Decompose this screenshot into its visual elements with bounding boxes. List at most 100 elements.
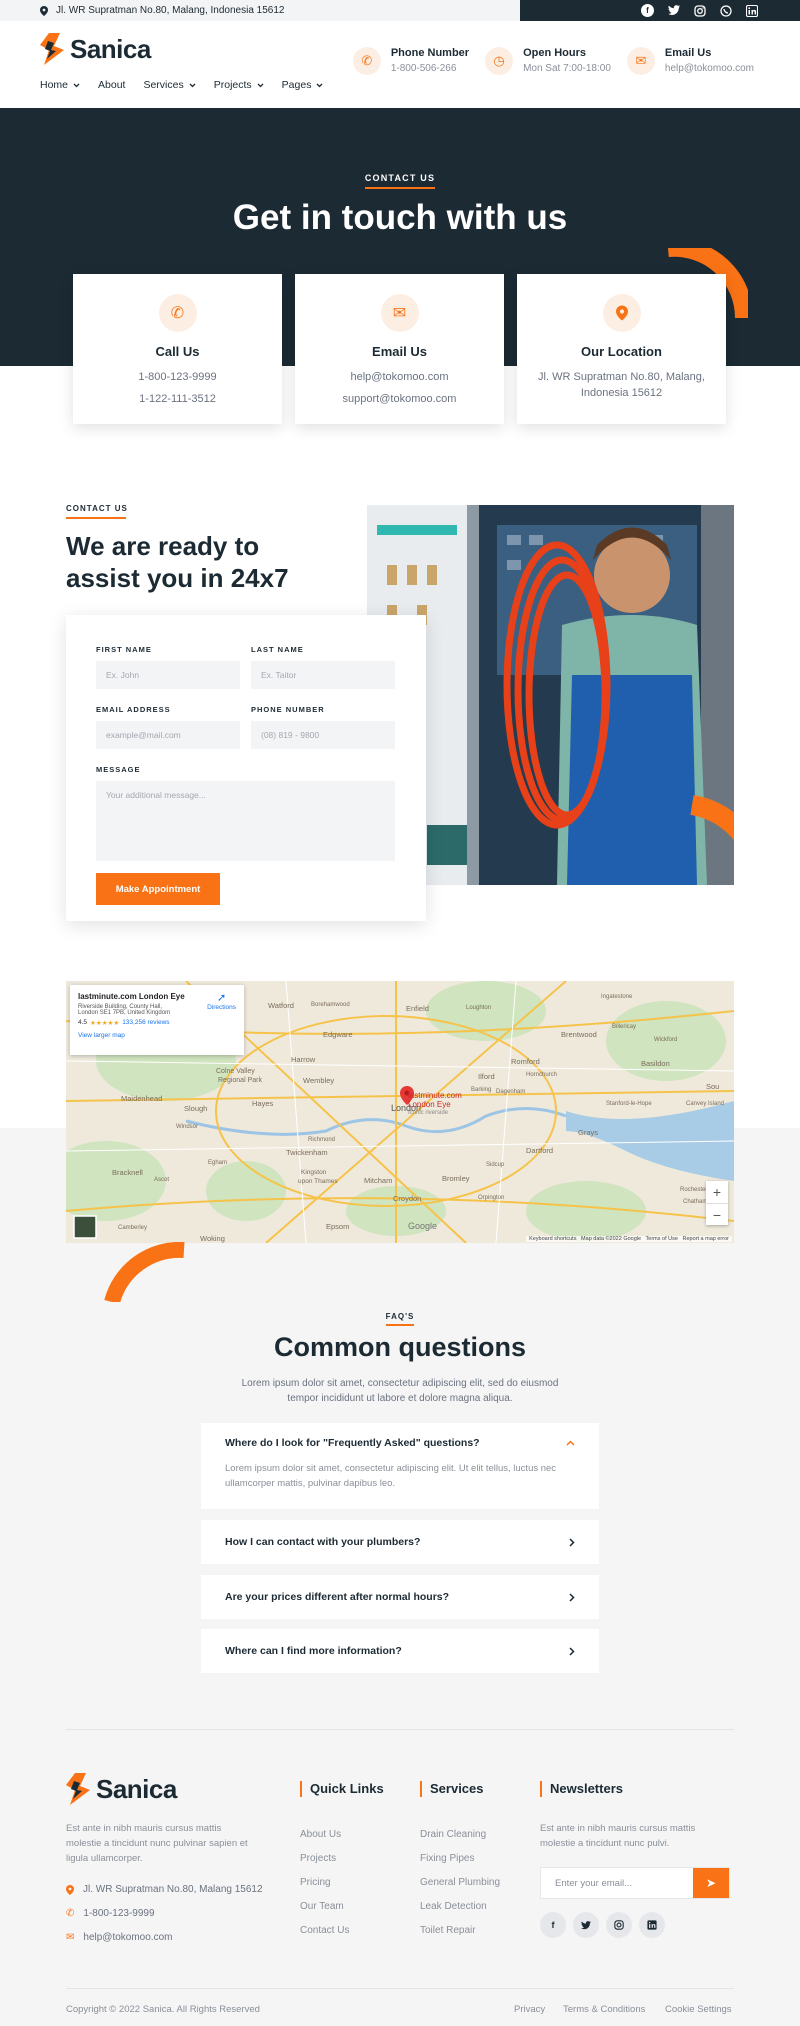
nav-item-pages[interactable]: Pages xyxy=(282,79,324,91)
assist-title-line: assist you in 24x7 xyxy=(66,563,289,593)
footer-desc-line: molestie a tincidunt nunc pulvinar sapie… xyxy=(66,1838,248,1849)
footer-link[interactable]: Toilet Repair xyxy=(420,1919,500,1943)
svg-text:Brentwood: Brentwood xyxy=(561,1030,597,1039)
whatsapp-icon[interactable] xyxy=(720,4,732,17)
nav-label: About xyxy=(98,79,126,91)
legal-link-cookies[interactable]: Cookie Settings xyxy=(665,2004,732,2015)
zoom-in-button[interactable]: + xyxy=(706,1181,728,1203)
phone-label: PHONE NUMBER xyxy=(251,705,325,714)
faq-description: Lorem ipsum dolor sit amet, consectetur … xyxy=(230,1376,570,1406)
footer-link[interactable]: Projects xyxy=(300,1847,349,1871)
legal-link-privacy[interactable]: Privacy xyxy=(514,2004,545,2015)
instagram-icon[interactable] xyxy=(694,4,706,17)
faq-question-text: How I can contact with your plumbers? xyxy=(225,1536,421,1548)
footer-link[interactable]: Contact Us xyxy=(300,1919,349,1943)
directions-icon: ➚ xyxy=(216,992,227,1004)
chevron-down-icon xyxy=(73,83,80,87)
google-map[interactable]: Watford Borehamwood Enfield Loughton Ingate… xyxy=(66,981,734,1243)
svg-text:Basildon: Basildon xyxy=(641,1059,670,1068)
instagram-icon[interactable] xyxy=(606,1912,632,1938)
svg-text:Woking: Woking xyxy=(200,1234,225,1243)
footer-phone-text: 1-800-123-9999 xyxy=(83,1908,155,1919)
footer-link[interactable]: Fixing Pipes xyxy=(420,1847,500,1871)
footer-link[interactable]: Pricing xyxy=(300,1871,349,1895)
footer-link[interactable]: Drain Cleaning xyxy=(420,1823,500,1847)
message-textarea[interactable]: Your additional message... xyxy=(96,781,395,861)
chevron-right-icon xyxy=(569,1592,575,1602)
services-title: Services xyxy=(420,1781,484,1797)
svg-text:Orpington: Orpington xyxy=(478,1195,504,1201)
top-address: Jl. WR Supratman No.80, Malang, Indonesi… xyxy=(40,0,284,21)
footer-link[interactable]: Our Team xyxy=(300,1895,349,1919)
newsletter-desc-line: Est ante in nibh mauris cursus mattis xyxy=(540,1823,696,1834)
nav-item-about[interactable]: About xyxy=(98,79,125,91)
footer-link[interactable]: About Us xyxy=(300,1823,349,1847)
card-line: support@tokomoo.com xyxy=(342,393,457,405)
card-title: Our Location xyxy=(581,344,662,359)
faq-desc-line: Lorem ipsum dolor sit amet, consectetur … xyxy=(241,1378,559,1389)
faq-question[interactable]: Where do I look for "Frequently Asked" q… xyxy=(201,1423,599,1449)
zoom-out-button[interactable]: − xyxy=(706,1203,728,1225)
svg-text:Romford: Romford xyxy=(511,1057,540,1066)
make-appointment-button[interactable]: Make Appointment xyxy=(96,873,220,905)
twitter-icon[interactable] xyxy=(573,1912,599,1938)
nav-item-projects[interactable]: Projects xyxy=(214,79,264,91)
hero-title: Get in touch with us xyxy=(232,198,568,237)
faq-item[interactable]: How I can contact with your plumbers? xyxy=(201,1520,599,1564)
footer-link[interactable]: Leak Detection xyxy=(420,1895,500,1919)
nav-item-home[interactable]: Home xyxy=(40,79,80,91)
email-input[interactable]: example@mail.com xyxy=(96,721,240,749)
svg-text:Ascot: Ascot xyxy=(154,1177,169,1183)
facebook-icon[interactable]: f xyxy=(540,1912,566,1938)
svg-text:Wickford: Wickford xyxy=(654,1037,677,1043)
twitter-icon[interactable] xyxy=(668,5,680,16)
newsletter-email-input[interactable]: Enter your email... xyxy=(555,1878,632,1889)
svg-text:Edgware: Edgware xyxy=(323,1030,353,1039)
chevron-right-icon xyxy=(569,1537,575,1547)
svg-text:Camberley: Camberley xyxy=(118,1225,147,1231)
last-name-label: LAST NAME xyxy=(251,645,304,654)
facebook-icon[interactable]: f xyxy=(641,4,654,17)
faq-answer-line: Lorem ipsum dolor sit amet, consectetur … xyxy=(225,1463,557,1474)
last-name-input[interactable]: Ex. Taitor xyxy=(251,661,395,689)
top-bar: Jl. WR Supratman No.80, Malang, Indonesi… xyxy=(0,0,800,21)
newsletter-description: Est ante in nibh mauris cursus mattis mo… xyxy=(540,1821,695,1851)
footer-link[interactable]: General Plumbing xyxy=(420,1871,500,1895)
nav-item-services[interactable]: Services xyxy=(143,79,196,91)
phone-input[interactable]: (08) 819 - 9800 xyxy=(251,721,395,749)
linkedin-icon[interactable] xyxy=(639,1912,665,1938)
faq-item[interactable]: Where can I find more information? xyxy=(201,1629,599,1673)
contact-value: Mon Sat 7:00-18:00 xyxy=(523,63,611,74)
faq-item[interactable]: Are your prices different after normal h… xyxy=(201,1575,599,1619)
footer-divider xyxy=(66,1729,734,1730)
view-larger-map-link[interactable]: View larger map xyxy=(78,1032,236,1039)
footer-logo[interactable]: Sanica xyxy=(66,1773,177,1805)
directions-button[interactable]: ➚ Directions xyxy=(207,991,236,1011)
svg-text:Bracknell: Bracknell xyxy=(112,1168,143,1177)
send-button[interactable]: ➤ xyxy=(693,1868,729,1898)
footer-email-text: help@tokomoo.com xyxy=(83,1932,173,1943)
place-reviews[interactable]: 133,256 reviews xyxy=(122,1019,169,1027)
assist-kicker: CONTACT US xyxy=(66,504,128,519)
svg-text:Egham: Egham xyxy=(208,1160,227,1166)
svg-text:Stanford-le-Hope: Stanford-le-Hope xyxy=(606,1101,652,1107)
newsletter-form: Enter your email... ➤ xyxy=(540,1867,730,1899)
appointment-form: FIRST NAME Ex. John LAST NAME Ex. Taitor… xyxy=(66,615,426,921)
chevron-down-icon xyxy=(316,83,323,87)
svg-text:Barking: Barking xyxy=(471,1087,491,1093)
pin-label-line: Iconic riverside xyxy=(408,1110,449,1116)
svg-text:Ingatestone: Ingatestone xyxy=(601,994,633,1000)
mail-icon: ✉ xyxy=(626,47,655,75)
legal-link-terms[interactable]: Terms & Conditions xyxy=(563,2004,645,2015)
faq-title: Common questions xyxy=(273,1332,526,1362)
newsletter-title: Newsletters xyxy=(540,1781,623,1797)
logo[interactable]: Sanica xyxy=(40,33,151,65)
email-label: EMAIL ADDRESS xyxy=(96,705,171,714)
first-name-input[interactable]: Ex. John xyxy=(96,661,240,689)
send-icon: ➤ xyxy=(705,1876,717,1890)
header-contact-phone: ✆ Phone Number 1-800-506-266 xyxy=(352,47,469,75)
svg-text:Slough: Slough xyxy=(184,1104,207,1113)
svg-text:Canvey Island: Canvey Island xyxy=(686,1101,724,1107)
newsletter-desc-line: molestie a tincidunt nunc pulvi. xyxy=(540,1838,670,1849)
linkedin-icon[interactable] xyxy=(746,4,758,17)
